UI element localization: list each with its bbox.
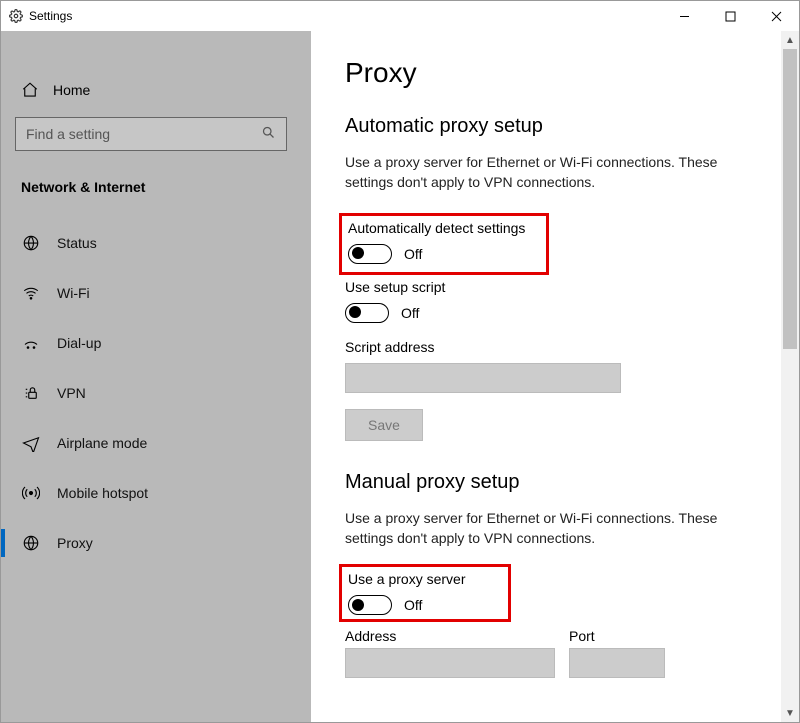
- search-input[interactable]: Find a setting: [15, 117, 287, 151]
- vertical-scrollbar[interactable]: ▲ ▼: [781, 31, 799, 722]
- manual-proxy-desc: Use a proxy server for Ethernet or Wi-Fi…: [345, 508, 747, 549]
- window-controls: [661, 1, 799, 31]
- address-input[interactable]: [345, 648, 555, 678]
- sidebar-item-label: VPN: [57, 385, 86, 401]
- use-script-label: Use setup script: [345, 279, 747, 295]
- sidebar-item-proxy[interactable]: Proxy: [15, 523, 297, 563]
- auto-detect-state: Off: [404, 246, 422, 262]
- minimize-button[interactable]: [661, 1, 707, 31]
- sidebar-item-status[interactable]: Status: [15, 223, 297, 263]
- home-label: Home: [53, 82, 90, 98]
- sidebar-item-label: Airplane mode: [57, 435, 147, 451]
- category-title: Network & Internet: [15, 173, 297, 201]
- window-title: Settings: [29, 9, 72, 23]
- close-button[interactable]: [753, 1, 799, 31]
- hotspot-icon: [21, 484, 41, 502]
- sidebar-item-label: Mobile hotspot: [57, 485, 148, 501]
- use-proxy-state: Off: [404, 597, 422, 613]
- settings-window: Settings Home Find a setting: [0, 0, 800, 723]
- auto-proxy-desc: Use a proxy server for Ethernet or Wi-Fi…: [345, 152, 747, 193]
- sidebar-item-label: Dial-up: [57, 335, 101, 351]
- sidebar-item-wifi[interactable]: Wi-Fi: [15, 273, 297, 313]
- sidebar-item-label: Wi-Fi: [57, 285, 90, 301]
- vpn-icon: [21, 384, 41, 402]
- use-proxy-toggle[interactable]: [348, 595, 392, 615]
- highlight-auto-detect: Automatically detect settings Off: [339, 213, 549, 275]
- sidebar-item-hotspot[interactable]: Mobile hotspot: [15, 473, 297, 513]
- home-link[interactable]: Home: [15, 73, 297, 107]
- search-placeholder: Find a setting: [26, 126, 261, 142]
- page-title: Proxy: [345, 57, 747, 89]
- save-button[interactable]: Save: [345, 409, 423, 441]
- use-script-state: Off: [401, 305, 419, 321]
- address-label: Address: [345, 628, 555, 644]
- status-icon: [21, 234, 41, 252]
- scroll-down-arrow[interactable]: ▼: [781, 704, 799, 722]
- auto-detect-label: Automatically detect settings: [348, 220, 540, 236]
- proxy-icon: [21, 534, 41, 552]
- use-proxy-label: Use a proxy server: [348, 571, 502, 587]
- content-area: Proxy Automatic proxy setup Use a proxy …: [311, 31, 781, 722]
- dialup-icon: [21, 334, 41, 352]
- search-icon: [261, 125, 276, 143]
- scroll-up-arrow[interactable]: ▲: [781, 31, 799, 49]
- airplane-icon: [21, 434, 41, 452]
- sidebar-item-vpn[interactable]: VPN: [15, 373, 297, 413]
- sidebar-nav: Status Wi-Fi Dial-up VPN: [15, 223, 297, 563]
- manual-proxy-heading: Manual proxy setup: [345, 471, 747, 494]
- script-address-label: Script address: [345, 339, 747, 355]
- use-script-toggle[interactable]: [345, 303, 389, 323]
- script-address-input[interactable]: [345, 363, 621, 393]
- auto-detect-toggle[interactable]: [348, 244, 392, 264]
- home-icon: [21, 81, 39, 99]
- auto-proxy-heading: Automatic proxy setup: [345, 115, 747, 138]
- sidebar-item-dialup[interactable]: Dial-up: [15, 323, 297, 363]
- port-input[interactable]: [569, 648, 665, 678]
- maximize-button[interactable]: [707, 1, 753, 31]
- wifi-icon: [21, 284, 41, 302]
- sidebar-item-label: Proxy: [57, 535, 93, 551]
- sidebar: Home Find a setting Network & Internet S…: [1, 31, 311, 722]
- sidebar-item-label: Status: [57, 235, 97, 251]
- highlight-use-proxy: Use a proxy server Off: [339, 564, 511, 622]
- scroll-track[interactable]: [781, 49, 799, 704]
- titlebar: Settings: [1, 1, 799, 31]
- sidebar-item-airplane[interactable]: Airplane mode: [15, 423, 297, 463]
- settings-app-icon: [9, 9, 23, 23]
- scroll-thumb[interactable]: [783, 49, 797, 349]
- port-label: Port: [569, 628, 665, 644]
